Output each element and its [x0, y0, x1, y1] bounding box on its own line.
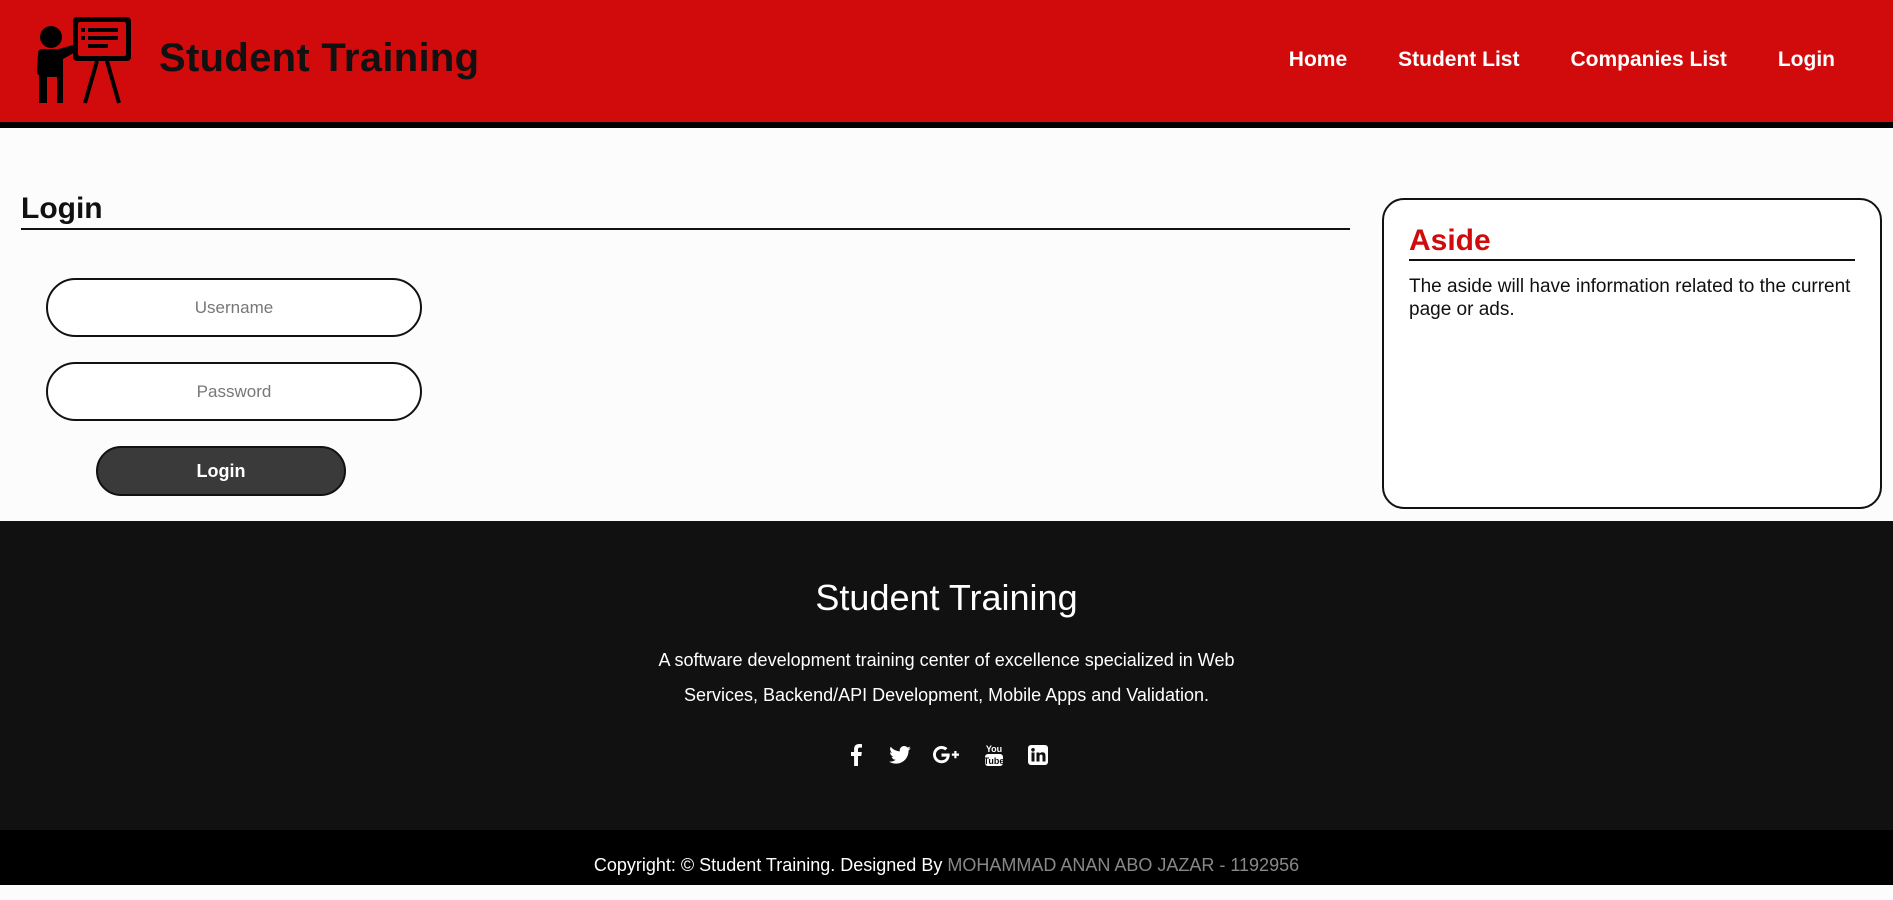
login-form: Login [46, 278, 422, 496]
youtube-icon[interactable]: You Tube [981, 742, 1007, 768]
google-plus-icon[interactable] [931, 742, 963, 768]
aside-title: Aside [1409, 224, 1855, 261]
aside-panel: Aside The aside will have information re… [1382, 198, 1882, 509]
footer-title: Student Training [815, 577, 1078, 618]
nav-student-list-link[interactable]: Student List [1398, 48, 1519, 72]
svg-text:You: You [985, 744, 1001, 754]
social-links: You Tube [0, 742, 1893, 768]
nav-companies-list-link[interactable]: Companies List [1570, 48, 1726, 72]
nav-login-link[interactable]: Login [1778, 48, 1835, 72]
footer-description: A software development training center o… [658, 650, 1235, 705]
password-input[interactable] [46, 362, 422, 421]
page-title: Login [21, 192, 1350, 230]
site-title: Student Training [159, 36, 480, 80]
nav-home-link[interactable]: Home [1289, 48, 1347, 72]
login-button[interactable]: Login [96, 446, 346, 496]
copyright-bar: Copyright: © Student Training. Designed … [0, 830, 1893, 885]
site-footer: Student Training A software development … [0, 521, 1893, 830]
svg-text:Tube: Tube [984, 756, 1004, 766]
aside-text: The aside will have information related … [1409, 276, 1851, 320]
login-section: Login [21, 192, 1350, 230]
main-content: Login Login Aside The aside will have in… [0, 128, 1893, 521]
username-input[interactable] [46, 278, 422, 337]
site-header: Student Training Home Student List Compa… [0, 0, 1893, 128]
copyright-text: Copyright: © Student Training. Designed … [593, 855, 948, 875]
main-nav: Home Student List Companies List Login [1238, 48, 1835, 72]
linkedin-icon[interactable] [1025, 742, 1051, 768]
twitter-icon[interactable] [887, 742, 913, 768]
facebook-icon[interactable] [843, 742, 869, 768]
designer-credit: MOHAMMAD ANAN ABO JAZAR - 1192956 [947, 855, 1300, 875]
teacher-board-icon [37, 17, 131, 104]
